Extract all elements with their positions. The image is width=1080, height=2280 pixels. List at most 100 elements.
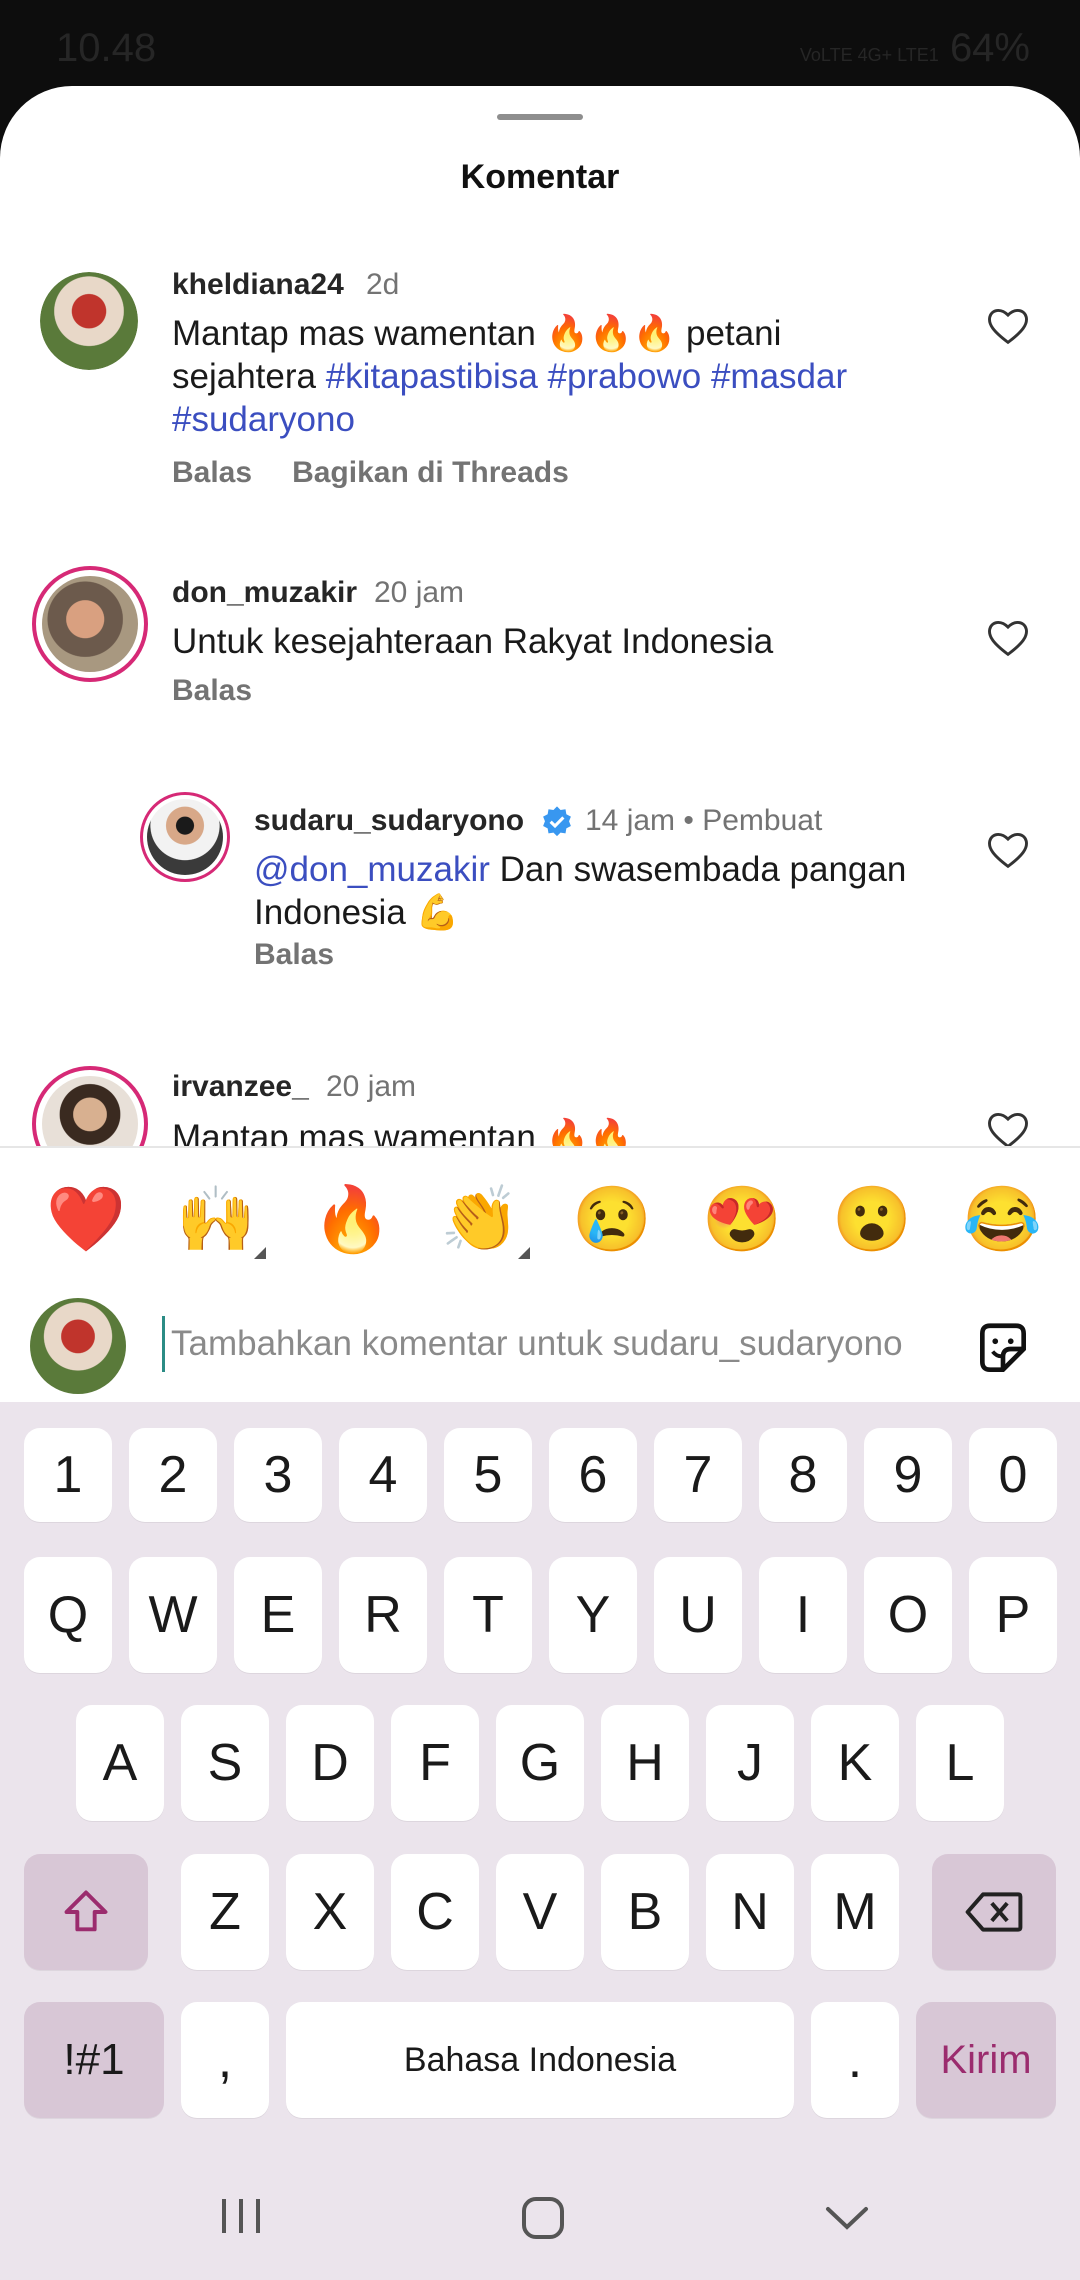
- key-1[interactable]: 1: [24, 1428, 112, 1522]
- like-heart-icon[interactable]: [986, 618, 1030, 658]
- comment-time: 20 jam: [326, 1070, 417, 1103]
- key-9[interactable]: 9: [864, 1428, 952, 1522]
- emoji-heart[interactable]: ❤️: [46, 1182, 126, 1257]
- comment-username: sudaru_sudaryono: [254, 804, 574, 839]
- reply-button[interactable]: Balas: [254, 938, 334, 971]
- home-icon[interactable]: [520, 2195, 566, 2241]
- comment-list[interactable]: kheldiana24 2d Mantap mas wamentan 🔥🔥🔥 p…: [0, 256, 1080, 1146]
- emoji-clapping-glyph: 👏: [440, 1183, 520, 1255]
- key-q[interactable]: Q: [24, 1557, 112, 1673]
- comment-actions: Balas: [172, 674, 292, 708]
- emoji-laughing[interactable]: 😂: [962, 1182, 1042, 1257]
- avatar[interactable]: [32, 566, 148, 682]
- key-8[interactable]: 8: [759, 1428, 847, 1522]
- key-i[interactable]: I: [759, 1557, 847, 1673]
- reply-button[interactable]: Balas: [172, 674, 252, 707]
- key-w[interactable]: W: [129, 1557, 217, 1673]
- key-u[interactable]: U: [654, 1557, 742, 1673]
- key-y[interactable]: Y: [549, 1557, 637, 1673]
- mention-link[interactable]: @don_muzakir: [254, 850, 490, 889]
- like-heart-icon[interactable]: [986, 830, 1030, 870]
- comment-username[interactable]: irvanzee_: [172, 1070, 309, 1104]
- comment-text: Mantap mas wamentan 🔥🔥: [172, 1118, 633, 1146]
- space-key[interactable]: Bahasa Indonesia: [286, 2002, 794, 2118]
- verified-badge-icon: [543, 806, 572, 837]
- emoji-fire[interactable]: 🔥: [312, 1182, 392, 1257]
- key-d[interactable]: D: [286, 1705, 374, 1821]
- like-heart-icon[interactable]: [986, 306, 1030, 346]
- comment-actions: Balas: [254, 938, 374, 972]
- recent-apps-icon[interactable]: [218, 2195, 264, 2237]
- key-k[interactable]: K: [811, 1705, 899, 1821]
- like-heart-icon[interactable]: [986, 1110, 1030, 1146]
- skin-tone-indicator-icon: [253, 1247, 266, 1259]
- emoji-crying[interactable]: 😢: [572, 1182, 652, 1257]
- key-t[interactable]: T: [444, 1557, 532, 1673]
- key-j[interactable]: J: [706, 1705, 794, 1821]
- key-o[interactable]: O: [864, 1557, 952, 1673]
- key-v[interactable]: V: [496, 1854, 584, 1970]
- emoji-reaction-row: ❤️ 🙌 🔥 👏 😢 😍 😮 😂: [0, 1166, 1080, 1276]
- key-0[interactable]: 0: [969, 1428, 1057, 1522]
- key-m[interactable]: M: [811, 1854, 899, 1970]
- reply-button[interactable]: Balas: [172, 456, 252, 489]
- reply-username[interactable]: sudaru_sudaryono: [254, 804, 524, 837]
- comment-time: 20 jam: [374, 576, 465, 609]
- key-4[interactable]: 4: [339, 1428, 427, 1522]
- system-navigation-bar: [0, 2155, 1080, 2280]
- comma-key[interactable]: ,: [181, 2002, 269, 2118]
- comment-username[interactable]: don_muzakir: [172, 576, 357, 610]
- status-icons: VoLTE 4G+ LTE1 64%: [800, 26, 1030, 71]
- key-e[interactable]: E: [234, 1557, 322, 1673]
- comment-text: Mantap mas wamentan 🔥🔥🔥 petani sejahtera…: [172, 312, 932, 441]
- key-g[interactable]: G: [496, 1705, 584, 1821]
- period-key[interactable]: .: [811, 2002, 899, 2118]
- avatar[interactable]: [140, 792, 230, 882]
- comment-username[interactable]: kheldiana24: [172, 268, 344, 302]
- avatar[interactable]: [40, 272, 138, 370]
- reply-time: 14 jam: [585, 804, 676, 837]
- key-x[interactable]: X: [286, 1854, 374, 1970]
- key-3[interactable]: 3: [234, 1428, 322, 1522]
- key-n[interactable]: N: [706, 1854, 794, 1970]
- backspace-key[interactable]: [932, 1854, 1056, 1970]
- comment-input-row: Tambahkan komentar untuk sudaru_sudaryon…: [0, 1276, 1080, 1406]
- sheet-title: Komentar: [460, 158, 620, 196]
- emoji-raised-hands-glyph: 🙌: [176, 1183, 256, 1255]
- symbols-key[interactable]: !#1: [24, 2002, 164, 2118]
- sticker-icon[interactable]: [972, 1318, 1034, 1380]
- key-f[interactable]: F: [391, 1705, 479, 1821]
- key-2[interactable]: 2: [129, 1428, 217, 1522]
- shift-key[interactable]: [24, 1854, 148, 1970]
- key-a[interactable]: A: [76, 1705, 164, 1821]
- key-7[interactable]: 7: [654, 1428, 742, 1522]
- skin-tone-indicator-icon: [517, 1247, 530, 1259]
- key-h[interactable]: H: [601, 1705, 689, 1821]
- keyboard: 1 2 3 4 5 6 7 8 9 0 Q W E R T Y U I O P …: [0, 1402, 1080, 2280]
- key-b[interactable]: B: [601, 1854, 689, 1970]
- emoji-clapping[interactable]: 👏: [440, 1182, 530, 1259]
- emoji-heart-eyes[interactable]: 😍: [702, 1182, 782, 1257]
- comment-time: 2d: [366, 268, 400, 301]
- key-z[interactable]: Z: [181, 1854, 269, 1970]
- send-key[interactable]: Kirim: [916, 2002, 1056, 2118]
- key-l[interactable]: L: [916, 1705, 1004, 1821]
- comment-input[interactable]: Tambahkan komentar untuk sudaru_sudaryon…: [162, 1316, 951, 1372]
- share-threads-button[interactable]: Bagikan di Threads: [292, 456, 569, 489]
- key-c[interactable]: C: [391, 1854, 479, 1970]
- shift-arrow-icon: [64, 1890, 108, 1932]
- key-s[interactable]: S: [181, 1705, 269, 1821]
- status-bar: 10.48 VoLTE 4G+ LTE1 64%: [0, 0, 1080, 86]
- emoji-surprised[interactable]: 😮: [832, 1182, 912, 1257]
- key-6[interactable]: 6: [549, 1428, 637, 1522]
- key-p[interactable]: P: [969, 1557, 1057, 1673]
- key-5[interactable]: 5: [444, 1428, 532, 1522]
- emoji-raised-hands[interactable]: 🙌: [176, 1182, 266, 1259]
- sheet-drag-handle[interactable]: [497, 114, 583, 120]
- current-user-avatar: [30, 1298, 126, 1394]
- key-r[interactable]: R: [339, 1557, 427, 1673]
- comment-actions: Balas Bagikan di Threads: [172, 456, 609, 490]
- avatar[interactable]: [32, 1066, 148, 1146]
- chevron-down-icon[interactable]: [824, 2203, 870, 2233]
- dot-separator: •: [683, 804, 703, 837]
